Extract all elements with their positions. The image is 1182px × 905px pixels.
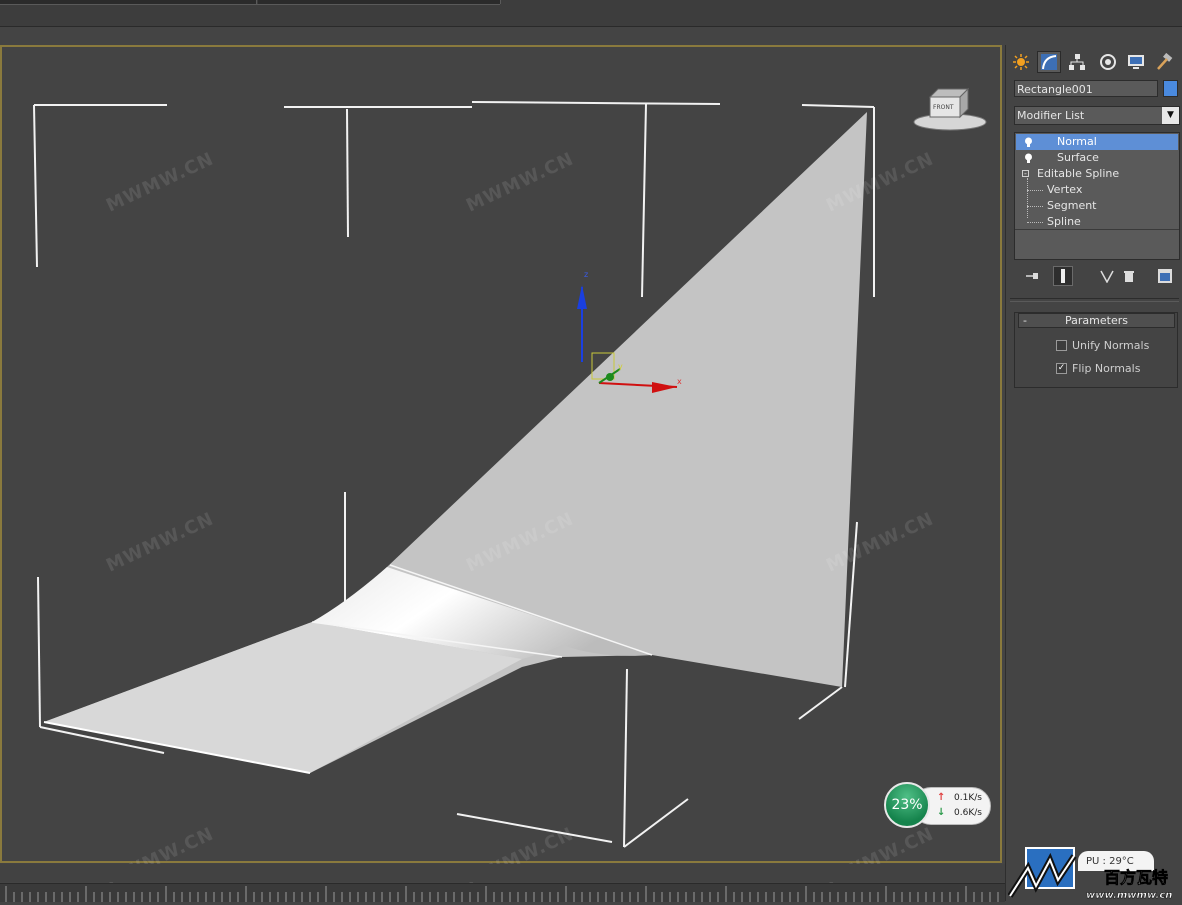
chevron-down-icon[interactable]: ▼ — [1162, 107, 1179, 124]
display-tab[interactable] — [1124, 51, 1148, 73]
stack-item-label: Spline — [1047, 215, 1081, 228]
hammer-icon — [1157, 53, 1173, 70]
motion-icon — [1100, 54, 1116, 70]
memory-percent-gauge[interactable]: 23% — [884, 782, 930, 828]
modify-tab[interactable] — [1037, 51, 1061, 73]
upload-speed: 0.1K/s — [954, 793, 982, 803]
modifier-list-label: Modifier List — [1017, 109, 1085, 122]
configure-icon — [1158, 269, 1172, 283]
stack-item-label: Normal — [1057, 135, 1097, 148]
trash-icon — [1124, 271, 1134, 282]
download-arrow-icon: ↓ — [937, 807, 946, 818]
stack-item-spline[interactable]: Spline — [1016, 214, 1178, 230]
make-unique-button[interactable] — [1097, 266, 1117, 286]
modifier-list-dropdown[interactable]: Modifier List ▼ — [1014, 106, 1180, 125]
object-name-field[interactable]: Rectangle001 — [1014, 80, 1158, 97]
viewport-scene[interactable]: z x y FRONT — [2, 47, 1000, 861]
lightbulb-icon[interactable] — [1024, 153, 1033, 163]
gizmo-z-label: z — [584, 270, 588, 279]
viewcube-label: FRONT — [933, 104, 954, 111]
ruler-ticks — [5, 886, 999, 902]
top-toolbar-strip — [0, 0, 1182, 27]
modeled-surface[interactable] — [43, 112, 867, 774]
show-end-result-button[interactable] — [1053, 266, 1073, 286]
stack-item-normal[interactable]: Normal — [1016, 134, 1178, 150]
perspective-viewport[interactable]: z x y FRONT MWMW.CN MWMW.CN MWMW.CN MWMW… — [0, 45, 1002, 892]
collapse-icon[interactable]: - — [1023, 314, 1027, 327]
stack-toolbar — [1014, 266, 1180, 288]
stack-divider — [1015, 229, 1179, 230]
modifier-stack[interactable]: Normal Surface - Editable Spline Vertex … — [1014, 132, 1180, 260]
logo-text: 百方瓦特 — [1104, 868, 1168, 887]
hierarchy-icon — [1069, 54, 1085, 70]
flip-normals-checkbox[interactable]: ✓ — [1056, 363, 1067, 374]
pin-stack-button[interactable] — [1022, 266, 1042, 286]
gizmo-y-label: y — [618, 362, 623, 371]
object-color-swatch[interactable] — [1163, 80, 1178, 97]
configure-sets-button[interactable] — [1155, 266, 1175, 286]
remove-modifier-button[interactable] — [1119, 266, 1139, 286]
unify-normals-label: Unify Normals — [1072, 339, 1150, 352]
viewcube[interactable]: FRONT — [913, 87, 987, 131]
stack-item-vertex[interactable]: Vertex — [1016, 182, 1178, 198]
stack-item-editable-spline[interactable]: - Editable Spline — [1016, 166, 1178, 182]
stack-item-segment[interactable]: Segment — [1016, 198, 1178, 214]
stack-item-label: Surface — [1057, 151, 1099, 164]
upload-arrow-icon: ↑ — [937, 792, 946, 803]
utilities-tab[interactable] — [1152, 51, 1176, 73]
logo-url: www.mwmw.cn — [1086, 890, 1172, 901]
end-result-icon — [1061, 269, 1065, 283]
panel-divider — [1010, 298, 1179, 302]
sun-icon — [1013, 54, 1029, 70]
hierarchy-tab[interactable] — [1065, 51, 1089, 73]
motion-tab[interactable] — [1096, 51, 1120, 73]
create-tab[interactable] — [1009, 51, 1033, 73]
stack-item-label: Vertex — [1047, 183, 1083, 196]
parameters-rollout: - Parameters Unify Normals ✓ Flip Normal… — [1014, 312, 1178, 388]
flip-normals-label: Flip Normals — [1072, 362, 1141, 375]
command-panel: Rectangle001 Modifier List ▼ Normal Surf… — [1005, 45, 1182, 901]
download-speed: 0.6K/s — [954, 808, 982, 818]
lightbulb-icon[interactable] — [1024, 137, 1033, 147]
network-monitor-widget[interactable]: 23% ↑ 0.1K/s ↓ 0.6K/s — [884, 782, 991, 828]
toolbar-divider — [0, 4, 500, 5]
gizmo-x-label: x — [677, 377, 682, 386]
timeline-ruler[interactable] — [0, 883, 1005, 902]
brand-logo: 百方瓦特 www.mwmw.cn — [1007, 838, 1182, 901]
curve-icon — [1041, 54, 1057, 70]
time-slider[interactable] — [0, 864, 1005, 882]
stack-item-label: Editable Spline — [1037, 167, 1120, 180]
parameters-rollout-header[interactable]: - Parameters — [1018, 313, 1175, 328]
stack-item-label: Segment — [1047, 199, 1097, 212]
rollout-title: Parameters — [1065, 314, 1128, 327]
unique-icon — [1100, 270, 1114, 283]
logo-mark: 百方瓦特 www.mwmw.cn — [1007, 847, 1173, 901]
pin-icon — [1026, 273, 1038, 279]
stack-item-surface[interactable]: Surface — [1016, 150, 1178, 166]
monitor-icon — [1128, 55, 1144, 69]
collapse-icon[interactable]: - — [1022, 170, 1029, 178]
unify-normals-checkbox[interactable] — [1056, 340, 1067, 351]
